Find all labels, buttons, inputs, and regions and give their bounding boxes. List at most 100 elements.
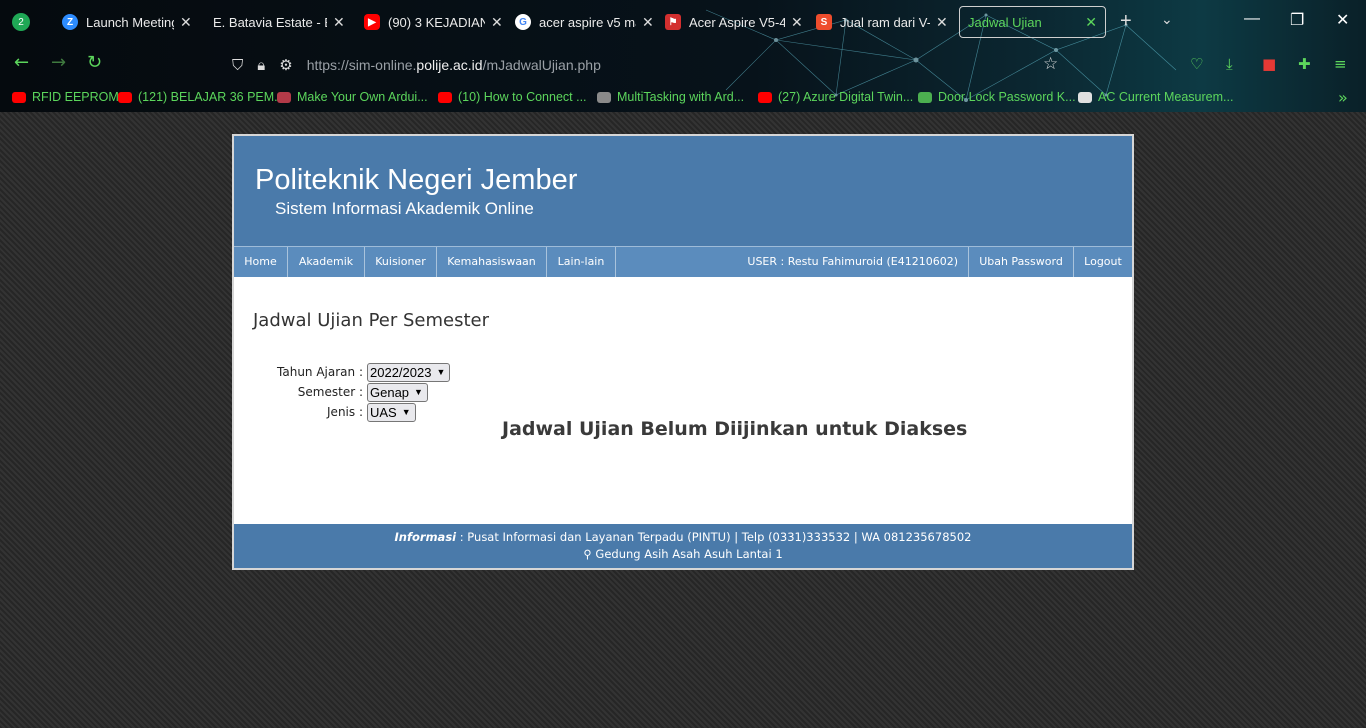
bookmark-item[interactable]: (121) BELAJAR 36 PEM... — [118, 90, 285, 104]
form-row-tahun-ajaran: Tahun Ajaran : 2022/2023 ▼ — [257, 362, 451, 382]
zoom-icon: Z — [62, 14, 78, 30]
download-icon[interactable]: ⤓ — [1226, 55, 1233, 73]
page-title: Jadwal Ujian Per Semester — [253, 310, 490, 331]
back-arrow-icon[interactable]: ← — [14, 52, 29, 73]
tab-batavia-estate[interactable]: E. Batavia Estate - EXC ✕ — [213, 6, 345, 38]
tab-list-chevron-icon[interactable]: ⌄ — [1161, 12, 1173, 28]
browser-chrome: 2 Z Launch Meeting - ✕ E. Batavia Estate… — [0, 0, 1366, 112]
whatsapp-icon[interactable]: 2 — [12, 13, 30, 31]
tab-label: Jadwal Ujian — [968, 14, 1042, 30]
bookmark-item[interactable]: AC Current Measurem... — [1078, 90, 1233, 104]
tab-label: Jual ram dari V-G — [840, 14, 930, 30]
menu-home[interactable]: Home — [234, 247, 288, 277]
form-row-jenis: Jenis : UAS ▼ — [257, 402, 416, 422]
close-icon[interactable]: ✕ — [333, 14, 345, 31]
jenis-value: UAS — [370, 404, 397, 420]
menu-lain-lain[interactable]: Lain-lain — [547, 247, 616, 277]
bookmarks-overflow-icon[interactable]: » — [1338, 88, 1348, 107]
tab-label: Acer Aspire V5-47 — [689, 14, 785, 30]
close-icon[interactable]: ✕ — [791, 14, 803, 31]
navigation-bar: ← → ↻ ⛉ 🔒︎ ⚙ https://sim-online.polije.a… — [0, 44, 1366, 84]
url-path: /mJadwalUjian.php — [482, 57, 601, 73]
whatsapp-badge: 2 — [18, 16, 24, 28]
close-window-icon[interactable]: ✕ — [1336, 10, 1349, 30]
bookmark-label: (27) Azure Digital Twin... — [778, 90, 914, 104]
jenis-label: Jenis : — [327, 405, 363, 419]
bookmark-item[interactable]: MultiTasking with Ard... — [597, 90, 744, 104]
site-subtitle: Sistem Informasi Akademik Online — [275, 199, 534, 218]
close-icon[interactable]: ✕ — [180, 14, 192, 31]
youtube-icon — [12, 91, 26, 103]
tab-jual-ram[interactable]: S Jual ram dari V-G ✕ — [816, 6, 948, 38]
tahun-ajaran-select[interactable]: 2022/2023 ▼ — [367, 362, 451, 382]
bookmark-item[interactable]: Door Lock Password K... — [918, 90, 1076, 104]
tab-label: (90) 3 KEJADIAN H — [388, 14, 485, 30]
form-row-semester: Semester : Genap ▼ — [257, 382, 428, 402]
chevron-down-icon: ▼ — [436, 367, 446, 377]
tab-bar: 2 Z Launch Meeting - ✕ E. Batavia Estate… — [0, 0, 1366, 44]
minimize-icon[interactable]: — — [1244, 10, 1260, 28]
bookmark-item[interactable]: RFID EEPROM — [12, 90, 119, 104]
google-icon: G — [515, 14, 531, 30]
menu-akademik[interactable]: Akademik — [288, 247, 365, 277]
url-text[interactable]: https://sim-online.polije.ac.id/mJadwalU… — [307, 57, 601, 73]
tab-acer-aspire[interactable]: ⚑ Acer Aspire V5-47 ✕ — [665, 6, 803, 38]
site-icon — [277, 91, 291, 103]
close-icon[interactable]: ✕ — [1085, 14, 1097, 31]
bookmark-star-icon[interactable]: ☆ — [1043, 54, 1058, 74]
footer-info-text: : Pusat Informasi dan Layanan Terpadu (P… — [459, 530, 972, 544]
close-icon[interactable]: ✕ — [936, 14, 948, 31]
menu-hamburger-icon[interactable]: ≡ — [1334, 55, 1347, 73]
bookmark-red-icon: ⚑ — [665, 14, 681, 30]
bookmark-label: Door Lock Password K... — [938, 90, 1076, 104]
youtube-icon — [438, 91, 452, 103]
new-tab-button[interactable]: + — [1120, 10, 1132, 33]
bookmark-item[interactable]: (10) How to Connect ... — [438, 90, 587, 104]
bookmark-label: (121) BELAJAR 36 PEM... — [138, 90, 285, 104]
bookmark-label: MultiTasking with Ard... — [617, 90, 745, 104]
iot-icon — [918, 91, 932, 103]
shopee-icon: S — [816, 14, 832, 30]
bookmark-item[interactable]: (27) Azure Digital Twin... — [758, 90, 913, 104]
reload-icon[interactable]: ↻ — [87, 52, 102, 73]
tahun-ajaran-label: Tahun Ajaran : — [277, 365, 363, 379]
pocket-icon[interactable]: ♡ — [1190, 55, 1203, 73]
access-notice: Jadwal Ujian Belum Diijinkan untuk Diaks… — [502, 418, 968, 440]
menu-ubah-password[interactable]: Ubah Password — [969, 247, 1074, 277]
site-settings-icon[interactable]: ⚙ — [279, 56, 292, 74]
close-icon[interactable]: ✕ — [642, 14, 654, 31]
tab-jadwal-ujian[interactable]: Jadwal Ujian ✕ — [959, 6, 1106, 38]
semester-select[interactable]: Genap ▼ — [367, 382, 428, 402]
semester-label: Semester : — [297, 385, 363, 399]
main-menu: Home Akademik Kuisioner Kemahasiswaan La… — [234, 246, 1132, 277]
site-footer: Informasi : Pusat Informasi dan Layanan … — [234, 524, 1132, 568]
site-icon — [1078, 91, 1092, 103]
tab-label: Launch Meeting - — [86, 14, 174, 30]
jenis-select[interactable]: UAS ▼ — [367, 402, 416, 422]
user-info: USER : Restu Fahimuroid (E41210602) — [616, 247, 969, 277]
footer-location: ⚲ Gedung Asih Asah Asuh Lantai 1 — [234, 547, 1132, 561]
menu-logout[interactable]: Logout — [1074, 247, 1132, 277]
tab-launch-meeting[interactable]: Z Launch Meeting - ✕ — [62, 6, 192, 38]
tab-google-search[interactable]: G acer aspire v5 ma ✕ — [515, 6, 654, 38]
lock-icon[interactable]: 🔒︎ — [257, 56, 265, 74]
menu-kemahasiswaan[interactable]: Kemahasiswaan — [437, 247, 547, 277]
youtube-icon — [758, 91, 772, 103]
forward-arrow-icon[interactable]: → — [51, 52, 66, 73]
tab-label: acer aspire v5 ma — [539, 14, 636, 30]
menu-kuisioner[interactable]: Kuisioner — [365, 247, 437, 277]
bookmark-item[interactable]: Make Your Own Ardui... — [277, 90, 428, 104]
bookmark-label: Make Your Own Ardui... — [297, 90, 428, 104]
extensions-puzzle-icon[interactable]: ✚ — [1298, 55, 1311, 73]
restore-icon[interactable]: ❐ — [1290, 10, 1304, 30]
footer-info-label: Informasi — [394, 530, 457, 544]
semester-value: Genap — [370, 384, 410, 400]
youtube-icon — [118, 91, 132, 103]
extension-red-icon[interactable]: ■ — [1262, 55, 1276, 73]
shield-icon[interactable]: ⛉ — [232, 56, 243, 74]
tab-youtube-kejadian[interactable]: ▶ (90) 3 KEJADIAN H ✕ — [364, 6, 503, 38]
close-icon[interactable]: ✕ — [491, 14, 503, 31]
map-pin-icon: ⚲ — [583, 547, 592, 561]
address-bar[interactable]: ⛉ 🔒︎ ⚙ https://sim-online.polije.ac.id/m… — [232, 54, 601, 76]
tahun-ajaran-value: 2022/2023 — [370, 364, 432, 380]
